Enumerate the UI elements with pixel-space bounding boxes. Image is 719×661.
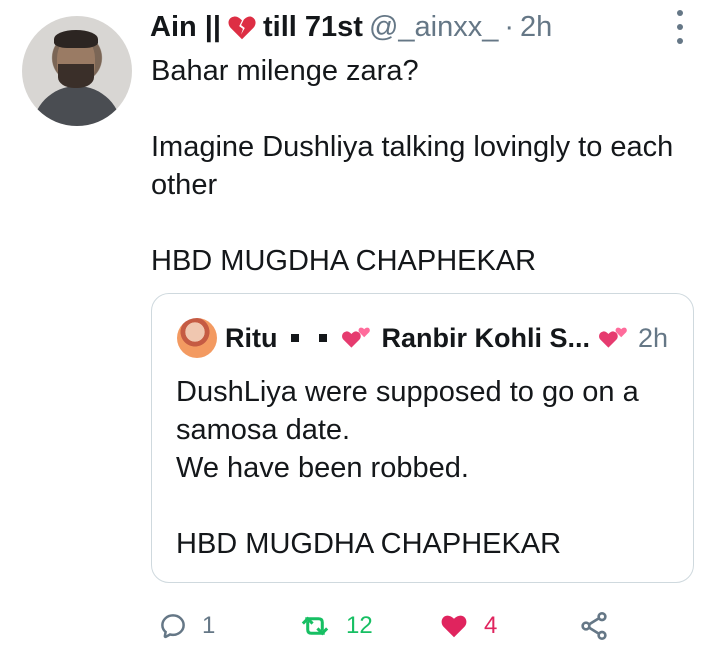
author-avatar[interactable] xyxy=(22,16,132,126)
avatar-shoulders xyxy=(32,86,122,126)
broken-heart-icon xyxy=(228,16,256,40)
quoted-author-name[interactable]: Ritu xyxy=(225,323,277,354)
tweet-line: Bahar milenge zara? xyxy=(151,55,419,87)
author-name[interactable]: Ain || xyxy=(150,11,221,44)
quoted-tweet-header: Ritu Ranbir Kohli S... 2h xyxy=(177,318,668,358)
quoted-time[interactable]: 2h xyxy=(638,323,668,354)
tweet-header: Ain || till 71st @_ainxx_ · 2h xyxy=(150,10,552,44)
black-square-icon xyxy=(291,334,300,342)
share-button[interactable] xyxy=(578,609,624,643)
author-name-suffix: till 71st xyxy=(263,10,363,43)
quoted-tweet-card[interactable]: Ritu Ranbir Kohli S... 2h DushLiya were … xyxy=(151,293,694,583)
quoted-line: HBD MUGDHA CHAPHEKAR xyxy=(176,528,562,560)
tweet-line: HBD MUGDHA CHAPHEKAR xyxy=(151,245,537,277)
tweet-line: Imagine Dushliya talking lovingly to eac… xyxy=(151,131,674,201)
quoted-tweet-text: DushLiya were supposed to go on a samosa… xyxy=(176,373,676,563)
tweet-text: Bahar milenge zara? Imagine Dushliya tal… xyxy=(151,52,701,280)
retweet-button[interactable]: 12 xyxy=(298,609,373,643)
tweet-actions: 1 12 4 xyxy=(158,609,628,643)
tweet-time[interactable]: 2h xyxy=(520,11,552,44)
more-icon[interactable] xyxy=(668,10,692,44)
quoted-author-avatar[interactable] xyxy=(177,318,217,358)
like-count: 4 xyxy=(484,612,498,639)
reply-icon xyxy=(161,614,185,639)
more-dot xyxy=(677,38,683,44)
heart-icon xyxy=(441,615,467,638)
reply-count: 1 xyxy=(202,612,216,639)
share-icon xyxy=(581,612,607,640)
avatar-beard xyxy=(58,64,94,88)
retweet-icon xyxy=(301,616,329,636)
quoted-line: DushLiya were supposed to go on a samosa… xyxy=(176,376,639,446)
avatar-hair xyxy=(54,30,98,48)
author-handle[interactable]: @_ainxx_ xyxy=(369,11,498,44)
more-dot xyxy=(677,24,683,30)
two-hearts-icon xyxy=(342,327,371,348)
retweet-count: 12 xyxy=(346,612,373,639)
black-square-icon xyxy=(319,334,328,342)
two-hearts-icon xyxy=(599,327,627,348)
more-dot xyxy=(677,10,683,16)
separator-dot: · xyxy=(504,10,515,43)
quoted-line: We have been robbed. xyxy=(176,452,469,484)
quoted-display-name[interactable]: Ranbir Kohli S... xyxy=(381,323,590,354)
reply-button[interactable]: 1 xyxy=(158,609,215,643)
like-button[interactable]: 4 xyxy=(438,609,497,643)
